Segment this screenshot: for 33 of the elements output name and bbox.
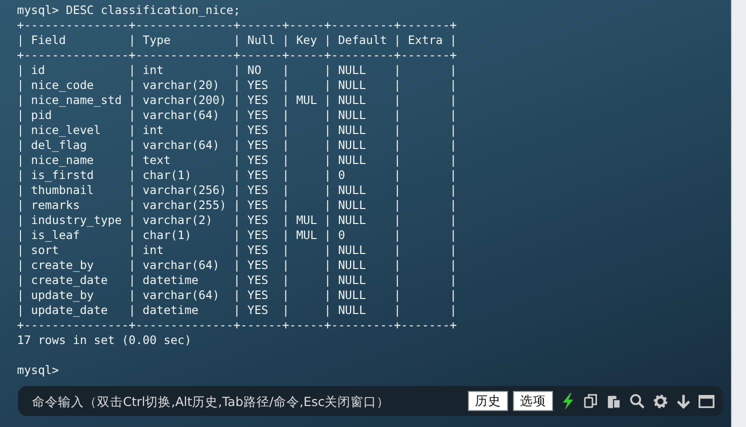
search-icon[interactable] — [629, 392, 646, 410]
table-row: | update_date | datetime | YES | | NULL | | — [17, 303, 457, 318]
table-row: | create_date | datetime | YES | | NULL | | — [17, 273, 457, 288]
table-row: | is_leaf | char(1) | YES | MUL | 0 | | — [17, 228, 457, 243]
window-icon[interactable] — [698, 392, 715, 410]
command-input[interactable]: 命令输入（双击Ctrl切换,Alt历史,Tab路径/命令,Esc关闭窗口） — [32, 390, 464, 412]
table-border: +---------------+--------------+------+-----+---------+-------+ — [17, 48, 457, 63]
table-row: | nice_name_std | varchar(200) | YES | MUL | NULL | | — [17, 93, 457, 108]
table-row: | id | int | NO | | NULL | | — [17, 63, 457, 78]
table-row: | pid | varchar(64) | YES | | NULL | | — [17, 108, 457, 123]
table-row: | update_by | varchar(64) | YES | | NULL | | — [17, 288, 457, 303]
prompt-line: mysql> — [17, 363, 59, 378]
table-header: | Field | Type | Null | Key | Default | Extra | — [17, 33, 457, 48]
table-row: | thumbnail | varchar(256) | YES | | NULL | | — [17, 183, 457, 198]
copy-icon[interactable] — [583, 392, 600, 410]
table-row: | sort | int | YES | | NULL | | — [17, 243, 457, 258]
command-line: mysql> DESC classification_nice; — [17, 3, 240, 18]
table-row: | nice_name | text | YES | | NULL | | — [17, 153, 457, 168]
toolbar-button[interactable]: 选项 — [513, 391, 553, 411]
settings-icon[interactable] — [652, 392, 669, 410]
table-border: +---------------+--------------+------+-----+---------+-------+ — [17, 318, 457, 333]
toolbar-button[interactable]: 历史 — [468, 391, 508, 411]
table-row: | industry_type | varchar(2) | YES | MUL | NULL | | — [17, 213, 457, 228]
down-arrow-icon[interactable] — [675, 392, 692, 410]
table-row: | nice_level | int | YES | | NULL | | — [17, 123, 457, 138]
table-row: | create_by | varchar(64) | YES | | NULL | | — [17, 258, 457, 273]
table-row: | del_flag | varchar(64) | YES | | NULL | | — [17, 138, 457, 153]
result-summary: 17 rows in set (0.00 sec) — [17, 333, 192, 348]
command-bar[interactable]: 命令输入（双击Ctrl切换,Alt历史,Tab路径/命令,Esc关闭窗口） 历史 选项 — [18, 386, 723, 416]
table-row: | nice_code | varchar(20) | YES | | NULL | | — [17, 78, 457, 93]
table-border: +---------------+--------------+------+-----+---------+-------+ — [17, 18, 457, 33]
table-row: | remarks | varchar(255) | YES | | NULL | | — [17, 198, 457, 213]
table-row: | is_firstd | char(1) | YES | | 0 | | — [17, 168, 457, 183]
